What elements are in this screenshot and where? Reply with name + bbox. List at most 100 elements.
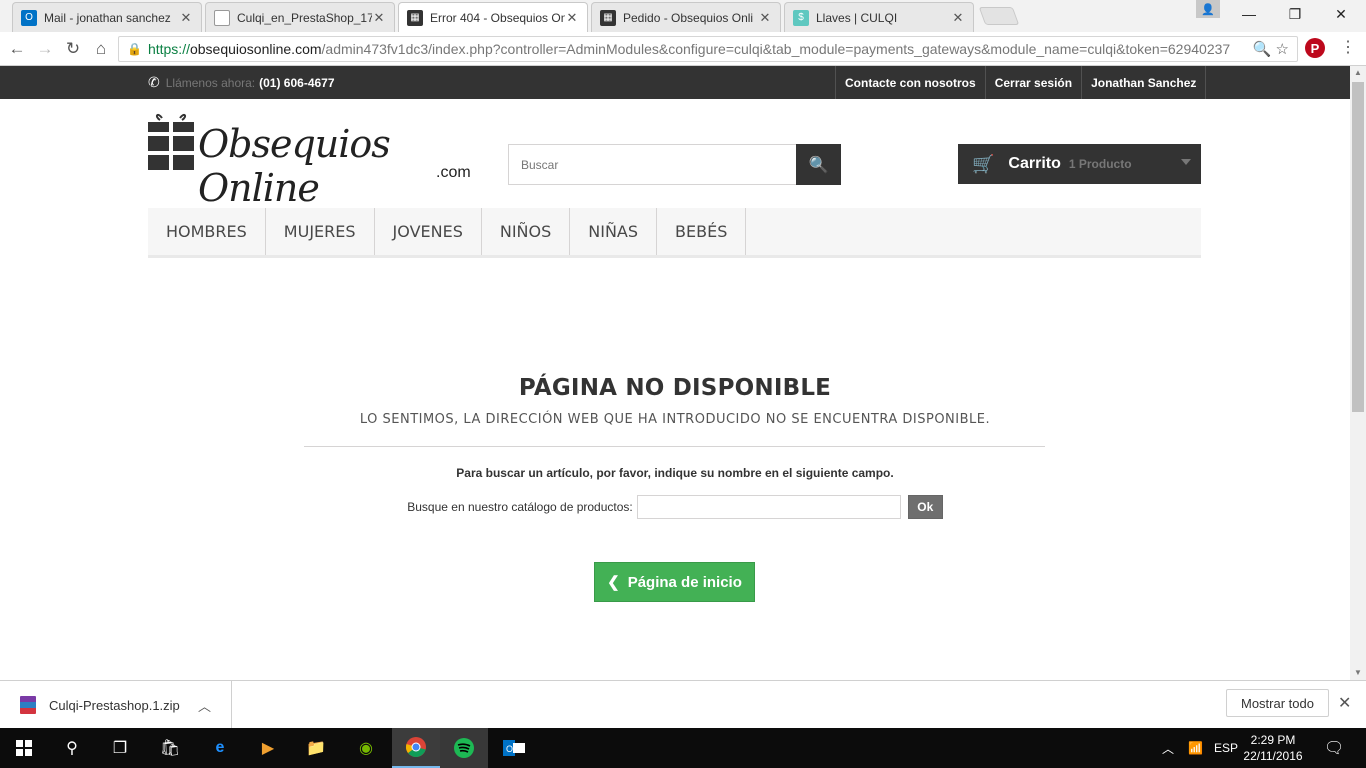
phone-label: Llámenos ahora:	[165, 75, 256, 90]
gift-icon	[148, 113, 194, 170]
account-link[interactable]: Jonathan Sanchez	[1081, 66, 1207, 99]
tab-mail[interactable]: O Mail - jonathan sanchez ✕	[12, 2, 202, 32]
svg-text:O: O	[506, 744, 513, 754]
chevron-up-icon[interactable]: ︿	[198, 696, 211, 715]
menu-item-ninos[interactable]: NIÑOS	[482, 208, 571, 255]
home-page-label: Página de inicio	[627, 573, 742, 591]
browser-tab-strip: O Mail - jonathan sanchez ✕ Culqi_en_Pre…	[0, 0, 1366, 32]
menu-item-mujeres[interactable]: MUJERES	[266, 208, 375, 255]
media-player-icon[interactable]: ▶	[244, 728, 292, 768]
catalog-search-input[interactable]	[636, 495, 901, 519]
home-icon[interactable]: ⌂	[90, 38, 112, 60]
minimize-icon[interactable]: —	[1226, 0, 1272, 28]
nvidia-icon[interactable]: ◉	[342, 728, 390, 768]
page-scrollbar[interactable]: ▲ ▼	[1350, 66, 1366, 680]
store-app-icon[interactable]: 🛍	[146, 728, 194, 768]
document-icon	[214, 9, 230, 26]
page-viewport: ✆ Llámenos ahora: (01) 606-4677 Contacte…	[0, 66, 1350, 680]
spotify-icon[interactable]	[440, 728, 488, 768]
clock-date: 22/11/2016	[1243, 749, 1303, 763]
edge-icon[interactable]: e	[196, 728, 244, 768]
zoom-icon[interactable]: 🔍	[1253, 41, 1272, 58]
show-all-button[interactable]: Mostrar todo	[1226, 689, 1329, 717]
logo-com: .com	[436, 164, 471, 181]
taskbar: ⚲ ❐ 🛍 e ▶ 📁 ◉ O ︿ 📶 ESP 2:29 PM 22/11/20…	[0, 728, 1366, 768]
cart-button[interactable]: 🛒 Carrito 1 Producto	[958, 144, 1201, 184]
menu-item-ninas[interactable]: NIÑAS	[570, 208, 658, 255]
menu-item-bebes[interactable]: BEBÉS	[657, 208, 747, 255]
reload-icon[interactable]: ↻	[62, 38, 84, 60]
tab-llaves-culqi[interactable]: $ Llaves | CULQI ✕	[784, 2, 974, 32]
tab-pedido[interactable]: ▦ Pedido - Obsequios Onli ✕	[591, 2, 781, 32]
close-icon[interactable]: ✕	[758, 10, 772, 26]
wifi-icon[interactable]: 📶	[1188, 728, 1203, 768]
search-input[interactable]	[508, 144, 796, 185]
task-view-icon[interactable]: ❐	[96, 728, 144, 768]
notifications-icon[interactable]: 🗨	[1324, 728, 1344, 768]
store-icon: ▦	[600, 9, 616, 26]
outlook-icon[interactable]: O	[490, 728, 538, 768]
show-hidden-icons[interactable]: ︿	[1162, 728, 1174, 768]
top-links: Contacte con nosotros Cerrar sesión Jona…	[835, 66, 1207, 99]
phone-number: (01) 606-4677	[259, 75, 335, 90]
language-indicator[interactable]: ESP	[1214, 728, 1238, 768]
divider	[304, 446, 1045, 447]
scroll-down-icon[interactable]: ▼	[1350, 666, 1366, 680]
search-icon[interactable]: ⚲	[48, 728, 96, 768]
chrome-icon[interactable]	[392, 728, 440, 768]
window-close-icon[interactable]: ✕	[1318, 0, 1364, 28]
close-icon[interactable]: ✕	[179, 10, 193, 26]
site-topbar: ✆ Llámenos ahora: (01) 606-4677 Contacte…	[0, 66, 1350, 99]
download-item[interactable]: Culqi-Prestashop.1.zip ︿	[0, 681, 232, 729]
site-logo[interactable]: Obsequios Online .com	[148, 112, 488, 210]
new-tab-button[interactable]	[978, 7, 1020, 25]
home-page-button[interactable]: ❮ Página de inicio	[594, 562, 755, 602]
lock-icon: 🔒	[127, 42, 142, 56]
tab-culqi-doc[interactable]: Culqi_en_PrestaShop_17 ✕	[205, 2, 395, 32]
clock[interactable]: 2:29 PM 22/11/2016	[1240, 732, 1306, 764]
site-search: 🔍	[508, 144, 841, 185]
cart-icon: 🛒	[972, 153, 995, 174]
back-icon[interactable]: ←	[6, 38, 28, 60]
download-shelf: Culqi-Prestashop.1.zip ︿ Mostrar todo ✕	[0, 680, 1366, 729]
category-menu: HOMBRES MUJERES JOVENES NIÑOS NIÑAS BEBÉ…	[148, 208, 1201, 258]
close-icon[interactable]: ✕	[565, 10, 579, 26]
bookmark-star-icon[interactable]: ☆	[1276, 41, 1289, 58]
menu-item-jovenes[interactable]: JOVENES	[375, 208, 482, 255]
url-path: /admin473fv1dc3/index.php?controller=Adm…	[321, 41, 1231, 57]
download-filename: Culqi-Prestashop.1.zip	[49, 697, 180, 713]
profile-icon[interactable]: 👤	[1196, 0, 1220, 18]
menu-item-hombres[interactable]: HOMBRES	[148, 208, 266, 255]
file-explorer-icon[interactable]: 📁	[292, 728, 340, 768]
search-button[interactable]: 🔍	[796, 144, 841, 185]
tab-title: Mail - jonathan sanchez	[44, 10, 171, 25]
close-icon[interactable]: ✕	[1338, 693, 1351, 713]
ok-button[interactable]: Ok	[907, 495, 943, 519]
restore-icon[interactable]: ❐	[1272, 0, 1318, 28]
error-hint: Para buscar un artículo, por favor, indi…	[456, 466, 894, 480]
close-icon[interactable]: ✕	[372, 10, 386, 26]
catalog-search-form: Busque en nuestro catálogo de productos:…	[0, 495, 1350, 519]
url-scheme: https://	[147, 41, 190, 57]
archive-icon	[20, 696, 36, 714]
chevron-down-icon	[1181, 159, 1191, 165]
tab-error-404[interactable]: ▦ Error 404 - Obsequios On ✕	[398, 2, 588, 32]
address-bar[interactable]: 🔒 https:// obsequiosonline.com /admin473…	[118, 36, 1298, 62]
chevron-left-icon: ❮	[607, 574, 620, 591]
windows-start-icon[interactable]	[0, 728, 48, 768]
cart-quantity: 1 Producto	[1068, 157, 1132, 171]
catalog-search-label: Busque en nuestro catálogo de productos:	[407, 500, 633, 514]
forward-icon[interactable]: →	[34, 38, 56, 60]
error-subtitle: LO SENTIMOS, LA DIRECCIÓN WEB QUE HA INT…	[359, 412, 991, 427]
contact-link[interactable]: Contacte con nosotros	[835, 66, 985, 99]
close-icon[interactable]: ✕	[951, 10, 965, 26]
browser-menu-icon[interactable]: ⋮	[1340, 38, 1356, 58]
omnibox-actions: 🔍 ☆	[1246, 40, 1289, 58]
pinterest-icon[interactable]: P	[1305, 38, 1325, 58]
scroll-up-icon[interactable]: ▲	[1350, 66, 1366, 80]
logout-link[interactable]: Cerrar sesión	[984, 66, 1081, 99]
search-icon: 🔍	[808, 156, 829, 174]
tab-title: Culqi_en_PrestaShop_17	[237, 10, 372, 25]
tab-title: Llaves | CULQI	[816, 10, 898, 25]
scroll-thumb[interactable]	[1352, 82, 1364, 412]
